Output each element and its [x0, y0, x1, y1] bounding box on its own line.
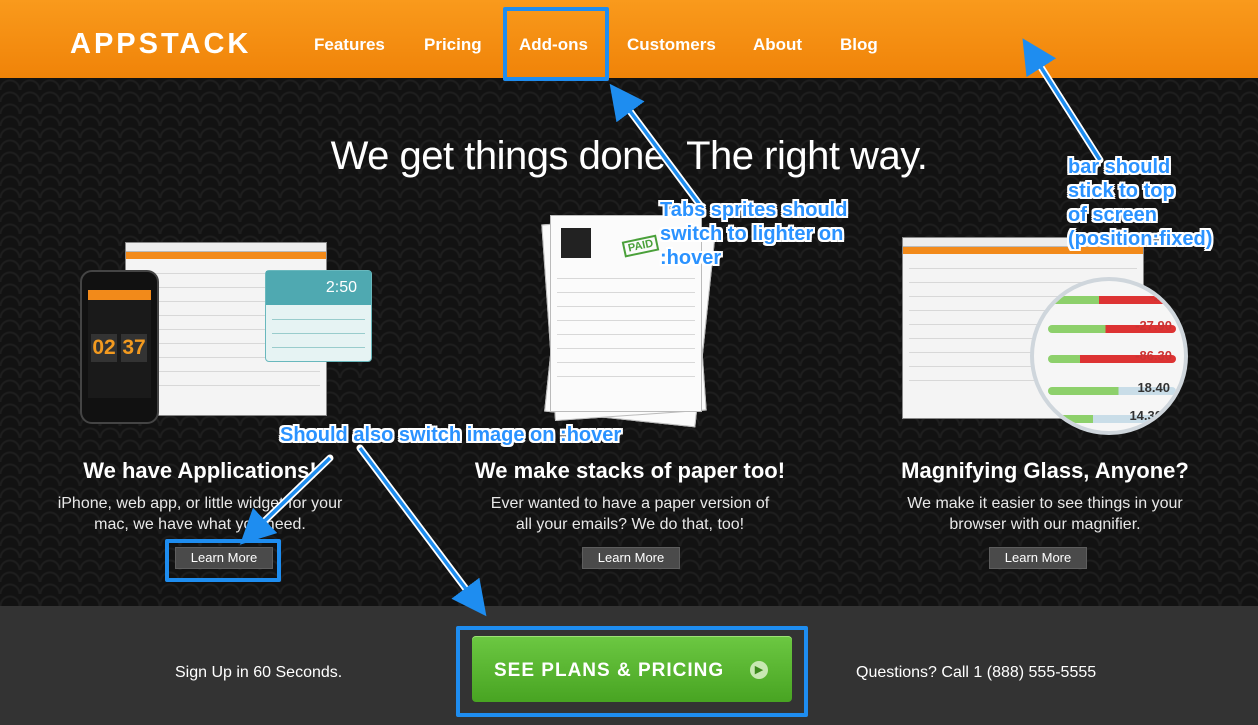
annotation-bar-line2: stick to top: [1068, 180, 1175, 202]
annotation-box-learn-more: [165, 539, 281, 582]
annotation-tabs-line1: Tabs sprites should: [660, 199, 848, 221]
nav-tab-blog[interactable]: Blog: [840, 35, 878, 55]
feature-desc-line2: all your emails? We do that, too!: [515, 516, 745, 533]
learn-more-button[interactable]: Learn More: [989, 547, 1087, 569]
mag-value: -86.30: [1135, 348, 1172, 363]
annotation-tabs-line3: :hover: [660, 247, 722, 269]
magnifier-image[interactable]: -20 -27.90 -86.30 18.40 14.30: [900, 235, 1200, 435]
annotation-box-cta: [456, 626, 808, 717]
annotation-image-hover: Should also switch image on :hover: [280, 424, 622, 446]
nav-tab-features[interactable]: Features: [314, 35, 385, 55]
feature-title: We have Applications!: [83, 458, 317, 483]
learn-more-button[interactable]: Learn More: [582, 547, 680, 569]
widget-timer: 2:50: [325, 279, 357, 296]
nav-tab-pricing[interactable]: Pricing: [424, 35, 482, 55]
mag-value: 14.30: [1129, 408, 1162, 423]
signup-text: Sign Up in 60 Seconds.: [175, 664, 343, 681]
applications-image[interactable]: 2:50 02 37: [80, 240, 372, 430]
annotation-tabs-line2: switch to lighter on: [660, 223, 844, 245]
feature-title: Magnifying Glass, Anyone?: [901, 458, 1189, 483]
clock-hours: 02: [91, 334, 117, 362]
iphone-mockup: 02 37: [80, 270, 159, 424]
mag-value: -27.90: [1135, 318, 1172, 333]
annotation-bar-line4: (position:fixed): [1068, 228, 1213, 250]
magnifier-lens: -20 -27.90 -86.30 18.40 14.30: [1030, 277, 1188, 435]
annotation-box-addons: [503, 7, 609, 81]
nav-tab-about[interactable]: About: [753, 35, 802, 55]
contact-phone-text: Questions? Call 1 (888) 555-5555: [856, 664, 1097, 681]
feature-desc-line2: mac, we have what you need.: [94, 516, 306, 533]
top-nav-bar: APPSTACK Features Pricing Add-ons Custom…: [0, 0, 1258, 79]
clock-minutes: 37: [121, 334, 147, 362]
nav-tab-customers[interactable]: Customers: [627, 35, 716, 55]
timer-widget: 2:50: [265, 270, 372, 362]
feature-desc-line2: browser with our magnifier.: [949, 516, 1141, 533]
mag-value: 18.40: [1137, 380, 1170, 395]
paid-stamp: PAID: [621, 234, 660, 258]
annotation-bar-line3: of screen: [1068, 204, 1157, 226]
feature-desc-line1: We make it easier to see things in your: [907, 495, 1183, 512]
annotation-bar-line1: bar should: [1068, 156, 1171, 178]
feature-title: We make stacks of paper too!: [474, 458, 786, 483]
logo[interactable]: APPSTACK: [70, 28, 251, 61]
feature-desc-line1: iPhone, web app, or little widget for yo…: [57, 495, 343, 512]
mag-value: -20: [1149, 289, 1168, 304]
feature-desc-line1: Ever wanted to have a paper version of: [490, 495, 770, 512]
